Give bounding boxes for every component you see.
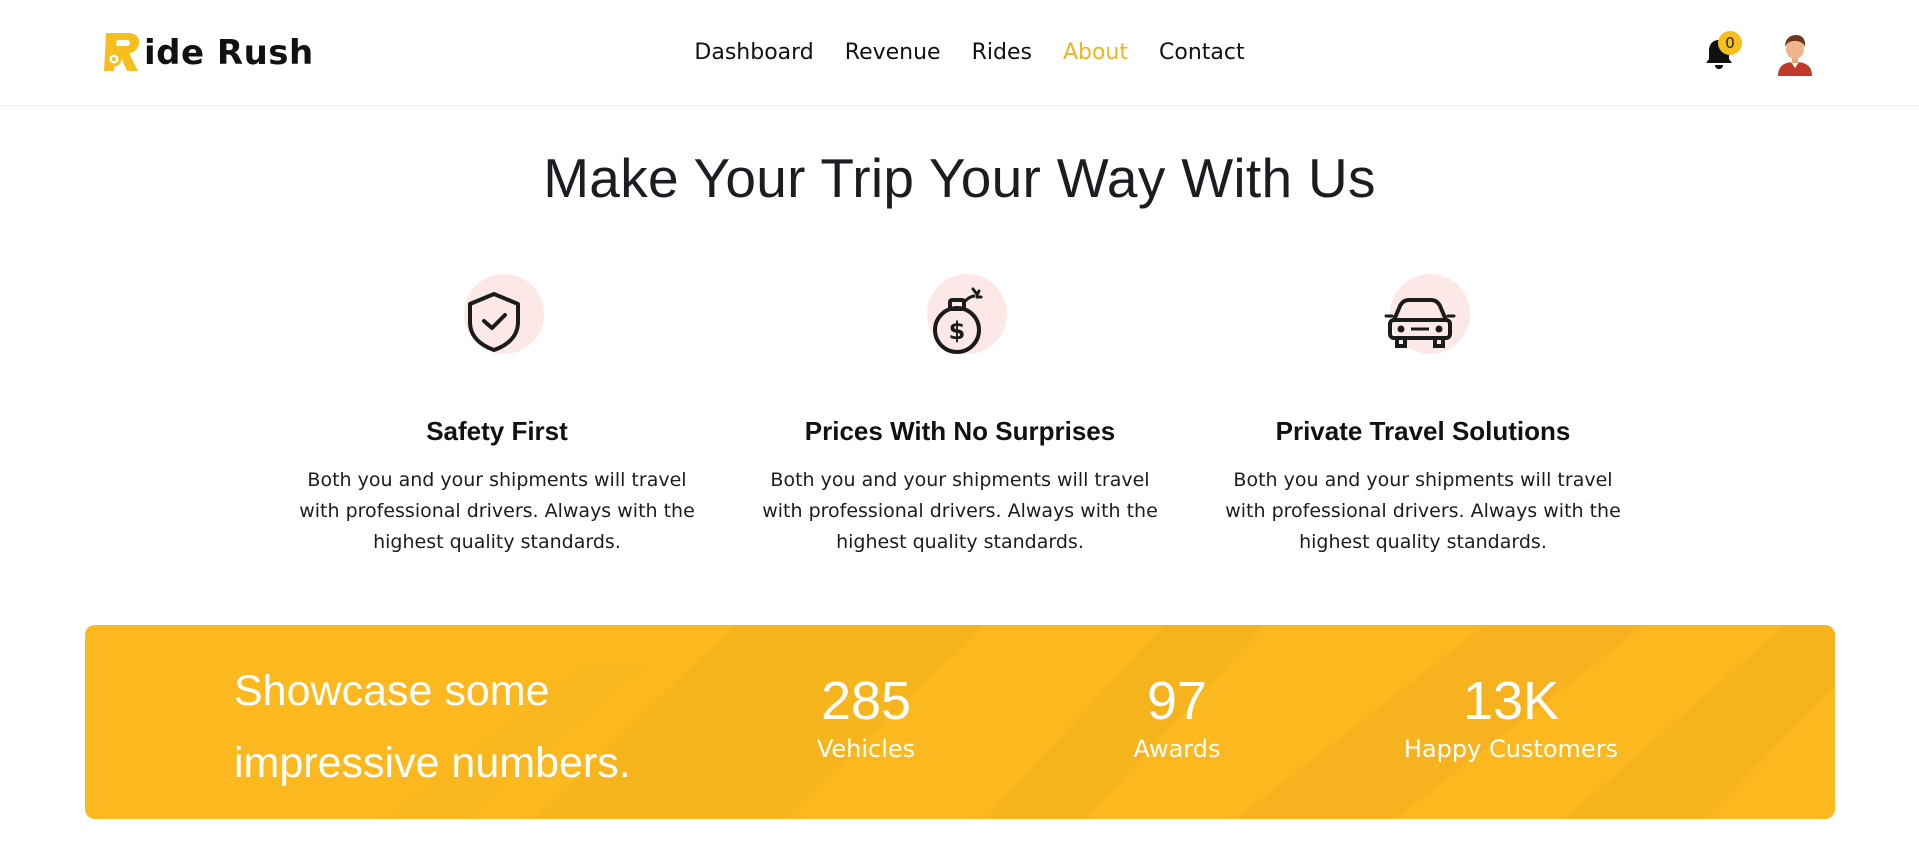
top-navbar: ide Rush Dashboard Revenue Rides About C… — [0, 0, 1919, 106]
feature-card-safety: Safety First Both you and your shipments… — [287, 270, 707, 558]
stats-headline-line1: Showcase some — [234, 667, 550, 715]
stat-value: 13K — [1462, 671, 1560, 731]
feature-text: Both you and your shipments will travel … — [762, 469, 1158, 553]
brand-name: ide Rush — [144, 33, 314, 73]
feature-text: Both you and your shipments will travel … — [1225, 469, 1621, 553]
logo-r-icon — [104, 33, 140, 71]
nav-contact[interactable]: Contact — [1159, 36, 1245, 70]
brand-logo[interactable]: ide Rush — [100, 26, 314, 80]
stat-vehicles: 285 Vehicles — [736, 671, 996, 767]
feature-title: Private Travel Solutions — [1275, 416, 1571, 446]
stats-banner: Showcase some impressive numbers. 285 Ve… — [85, 625, 1835, 819]
feature-text: Both you and your shipments will travel … — [299, 469, 695, 553]
stat-label: Awards — [1133, 735, 1221, 763]
stat-happy-customers: 13K Happy Customers — [1371, 671, 1651, 767]
stat-value: 285 — [820, 671, 912, 731]
car-icon — [1384, 298, 1456, 348]
page-title: Make Your Trip Your Way With Us — [543, 147, 1376, 209]
shield-check-icon — [468, 292, 520, 352]
nav-dashboard[interactable]: Dashboard — [694, 36, 813, 70]
notification-badge: 0 — [1718, 31, 1742, 55]
user-avatar-icon[interactable] — [1772, 30, 1818, 76]
svg-text:$: $ — [949, 317, 966, 345]
stat-awards: 97 Awards — [1047, 671, 1307, 767]
stat-label: Vehicles — [816, 735, 916, 763]
money-bag-icon: $ — [933, 287, 983, 354]
nav-rides[interactable]: Rides — [972, 36, 1032, 70]
stats-headline: Showcase some impressive numbers. — [234, 655, 631, 799]
feature-title: Prices With No Surprises — [804, 416, 1116, 446]
feature-card-private: Private Travel Solutions Both you and yo… — [1213, 270, 1633, 558]
nav-about[interactable]: About — [1063, 36, 1128, 70]
feature-card-prices: $ Prices With No Surprises Both you and … — [750, 270, 1170, 558]
stat-label: Happy Customers — [1403, 735, 1619, 763]
nav-revenue[interactable]: Revenue — [845, 36, 941, 70]
feature-title: Safety First — [426, 416, 568, 446]
stat-value: 97 — [1146, 671, 1208, 731]
stats-headline-line2: impressive numbers. — [234, 739, 631, 787]
